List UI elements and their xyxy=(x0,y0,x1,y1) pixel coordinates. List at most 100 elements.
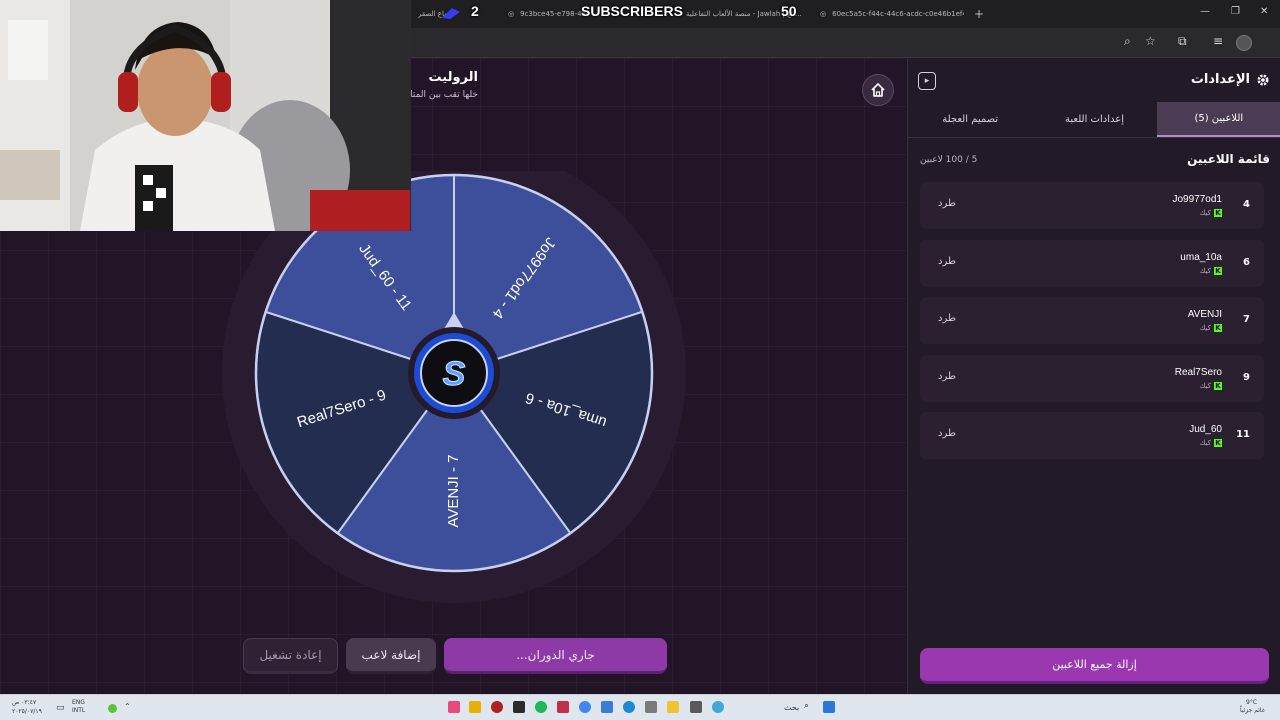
taskbar-explorer-icon[interactable] xyxy=(667,701,679,713)
clock-time: ٠٣:٤٧ ص xyxy=(12,699,37,706)
add-player-button[interactable]: إضافة لاعب xyxy=(346,638,436,674)
taskbar-store-icon[interactable] xyxy=(645,701,657,713)
tab-title: 60ec5a5c-f44c-44c6-acdc-c0e46b1ef4b8 xyxy=(832,10,964,18)
os-taskbar: ٠٣:٤٧ ص ٢٠٢٥/٠٧/١٩ ▭ ENG INTL ⌃ بحث ⌕ 9°… xyxy=(0,694,1280,720)
taskbar-obs-icon[interactable] xyxy=(491,701,503,713)
webcam-overlay xyxy=(0,0,411,231)
taskbar-spotify-icon[interactable] xyxy=(535,701,547,713)
taskbar-chrome-icon[interactable] xyxy=(579,701,591,713)
player-row: 4 Jo9977od1 K كيك طرد xyxy=(920,182,1264,229)
players-list-title: قائمة اللاعبين xyxy=(1187,152,1270,166)
player-name: uma_10a xyxy=(1180,252,1222,263)
settings-sidebar: الإعدادات ▸ اللاعبين (5) إعدادات اللعبة … xyxy=(907,58,1280,694)
search-icon[interactable]: ⌕ xyxy=(804,701,809,711)
subscriber-label: SUBSCRIBERS xyxy=(581,3,683,19)
player-platform: K كيك xyxy=(1199,439,1222,447)
players-count: 5 / 100 لاعبين xyxy=(920,155,978,165)
wheel-svg: Jo9977od1 - 4uma_10a - 6AVENJI - 7Real7S… xyxy=(222,143,686,603)
new-tab-button[interactable]: + xyxy=(974,4,988,24)
taskbar-app-icon[interactable] xyxy=(448,701,460,713)
taskbar-search-label[interactable]: بحث xyxy=(784,703,799,712)
tray-expand-icon[interactable]: ⌃ xyxy=(124,702,131,711)
taskbar-taskview-icon[interactable] xyxy=(690,701,702,713)
player-name: Real7Sero xyxy=(1174,367,1222,378)
player-name: Jo9977od1 xyxy=(1172,194,1223,205)
player-platform: K كيك xyxy=(1199,267,1222,275)
weather-desc: غائم جزئياً xyxy=(1240,707,1265,714)
kick-icon: K xyxy=(1214,324,1222,332)
kick-icon: K xyxy=(1214,382,1222,390)
subscriber-current: 2 xyxy=(471,3,479,19)
collapse-sidebar-icon[interactable]: ▸ xyxy=(918,72,936,90)
remove-all-players-button[interactable]: إزالة جميع اللاعبين xyxy=(920,648,1269,684)
zoom-icon[interactable]: ⌕ xyxy=(1124,34,1131,49)
player-name: AVENJI xyxy=(1187,309,1222,320)
webcam-feed-image xyxy=(0,0,411,231)
tab-globe-icon: ◎ xyxy=(820,10,827,18)
tab-players[interactable]: اللاعبين (5) xyxy=(1156,102,1280,137)
player-row: 11 Jud_60 K كيك طرد xyxy=(920,412,1264,459)
sidebar-tabs: اللاعبين (5) إعدادات اللعبة تصميم العجلة xyxy=(908,102,1280,138)
language-indicator[interactable]: ENG xyxy=(72,699,85,706)
taskbar-widgets-icon[interactable] xyxy=(712,701,724,713)
player-number: 9 xyxy=(1243,372,1250,383)
tab-game-settings[interactable]: إعدادات اللعبة xyxy=(1032,102,1156,137)
player-number: 6 xyxy=(1243,257,1250,268)
player-platform: K كيك xyxy=(1199,209,1222,217)
kick-player-button[interactable]: طرد xyxy=(938,371,956,382)
reset-button[interactable]: إعادة تشغيل xyxy=(243,638,338,674)
tab-title: 9c3bce45-e798-49c4-b... xyxy=(520,10,588,18)
player-name: Jud_60 xyxy=(1189,424,1222,435)
clock-date: ٢٠٢٥/٠٧/١٩ xyxy=(12,708,42,715)
stream-overlay-icon xyxy=(442,8,460,19)
kick-player-button[interactable]: طرد xyxy=(938,256,956,267)
kick-icon: K xyxy=(1214,209,1222,217)
subscriber-goal: 50 xyxy=(781,3,797,19)
tray-app-icon[interactable] xyxy=(108,704,117,713)
player-row: 9 Real7Sero K كيك طرد xyxy=(920,355,1264,402)
tab-wheel-design[interactable]: تصميم العجلة xyxy=(908,102,1032,137)
reading-list-icon[interactable]: ≡ xyxy=(1213,34,1223,48)
wheel-segment-label: AVENJI - 7 xyxy=(445,454,462,527)
home-icon xyxy=(871,83,885,97)
player-number: 7 xyxy=(1243,314,1250,325)
kick-icon: K xyxy=(1214,439,1222,447)
screen: جماع الصقر ◎ 9c3bce45-e798-49c4-b... منص… xyxy=(0,0,1280,720)
minimize-icon[interactable]: — xyxy=(1200,6,1210,17)
language-layout: INTL xyxy=(72,707,86,714)
close-window-icon[interactable]: ✕ xyxy=(1260,6,1268,17)
kick-player-button[interactable]: طرد xyxy=(938,313,956,324)
brand-logo-icon: S xyxy=(443,355,466,393)
tab-globe-icon: ◎ xyxy=(508,10,515,18)
browser-tab[interactable]: ◎ 9c3bce45-e798-49c4-b... xyxy=(508,4,588,24)
browser-tab[interactable]: ◎ 60ec5a5c-f44c-44c6-acdc-c0e46b1ef4b8 ✕ xyxy=(820,4,964,24)
start-icon[interactable] xyxy=(823,701,835,713)
sidebar-title: الإعدادات xyxy=(1190,72,1250,87)
taskbar-terminal-icon[interactable] xyxy=(513,701,525,713)
sidebar-header: الإعدادات xyxy=(1191,72,1270,87)
notifications-icon[interactable]: ▭ xyxy=(56,703,65,713)
home-button[interactable] xyxy=(862,74,894,106)
player-platform: K كيك xyxy=(1199,324,1222,332)
bookmark-star-icon[interactable]: ☆ xyxy=(1145,34,1156,48)
maximize-icon[interactable]: ❐ xyxy=(1231,6,1240,17)
extensions-icon[interactable]: ⧉ xyxy=(1178,34,1187,49)
weather-temp: 9°C xyxy=(1246,699,1258,706)
gear-icon xyxy=(1257,74,1269,85)
player-platform: K كيك xyxy=(1199,382,1222,390)
player-number: 4 xyxy=(1243,199,1250,210)
spin-button[interactable]: جاري الدوران... xyxy=(444,638,667,674)
kick-icon: K xyxy=(1214,267,1222,275)
taskbar-app-icon[interactable] xyxy=(601,701,613,713)
taskbar-warning-icon[interactable] xyxy=(469,701,481,713)
taskbar-edge-icon[interactable] xyxy=(623,701,635,713)
taskbar-app-icon[interactable] xyxy=(557,701,569,713)
player-row: 7 AVENJI K كيك طرد xyxy=(920,297,1264,344)
profile-avatar[interactable] xyxy=(1236,35,1252,51)
kick-player-button[interactable]: طرد xyxy=(938,428,956,439)
page-title: الروليت xyxy=(428,70,478,85)
player-row: 6 uma_10a K كيك طرد xyxy=(920,240,1264,287)
roulette-wheel: Jo9977od1 - 4 uma_10a - 6 AVENJI - 7 Real7S… xyxy=(222,143,686,605)
player-number: 11 xyxy=(1236,429,1250,440)
kick-player-button[interactable]: طرد xyxy=(938,198,956,209)
